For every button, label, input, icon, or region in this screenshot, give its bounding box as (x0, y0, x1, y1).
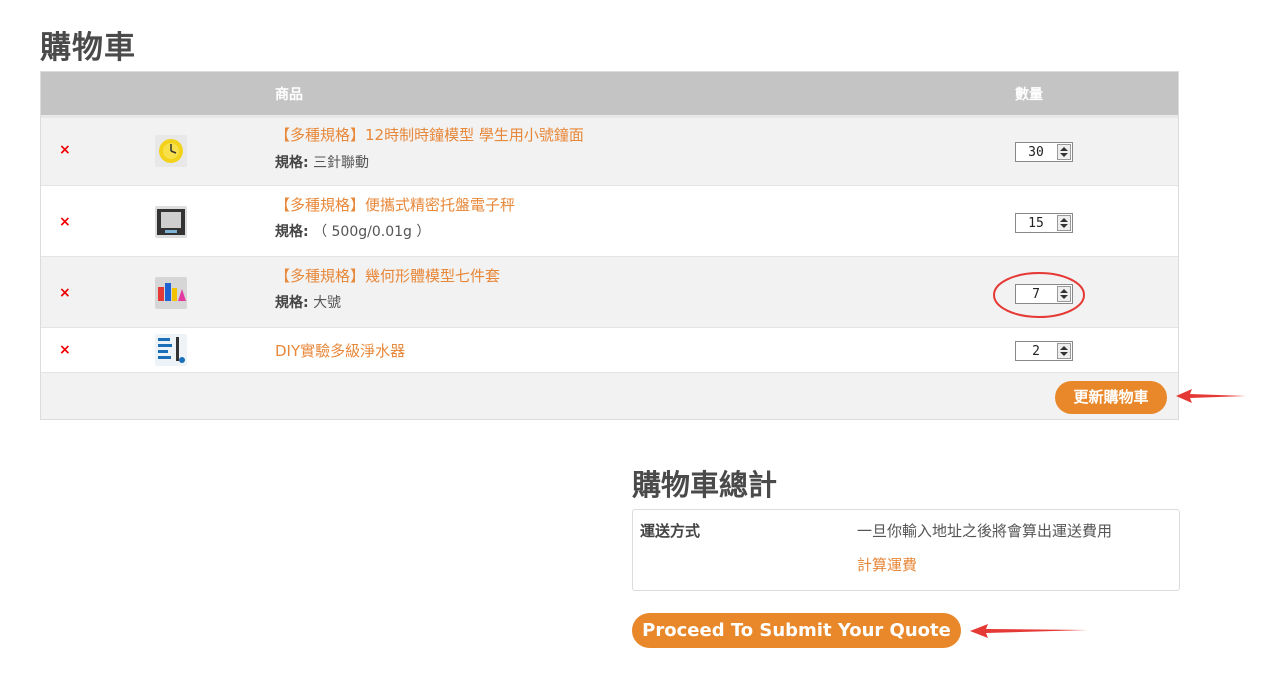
quantity-input[interactable] (1016, 285, 1056, 303)
table-row: × 【多種規格】便攜式精密托盤電子秤 規格: （ 500g/0.01g ） (41, 186, 1178, 257)
red-arrow-annotation (970, 624, 1088, 638)
spinner-arrows-icon[interactable] (1057, 144, 1071, 160)
quantity-stepper[interactable] (1015, 142, 1073, 162)
product-spec: 規格: （ 500g/0.01g ） (275, 224, 431, 240)
shipping-label: 運送方式 (640, 522, 701, 540)
calculate-shipping-link[interactable]: 計算運費 (857, 554, 917, 575)
remove-item-button[interactable]: × (59, 285, 71, 301)
cart-table: 商品 數量 × 【多種規格】12時制時鐘模型 學生用小號鐘面 規格: 三針聯動 … (40, 71, 1179, 420)
table-row: × 【多種規格】幾何形體模型七件套 規格: 大號 (41, 257, 1178, 328)
product-name-link[interactable]: DIY實驗多級淨水器 (275, 340, 405, 361)
table-row: × DIY實驗多級淨水器 (41, 328, 1178, 373)
water-purifier-thumbnail[interactable] (155, 334, 187, 366)
submit-quote-button[interactable]: Proceed To Submit Your Quote (632, 613, 961, 648)
product-name-link[interactable]: 【多種規格】便攜式精密托盤電子秤 (275, 194, 515, 215)
spinner-arrows-icon[interactable] (1057, 343, 1071, 359)
product-name-link[interactable]: 【多種規格】12時制時鐘模型 學生用小號鐘面 (275, 124, 584, 145)
cart-totals-box: 運送方式 一旦你輸入地址之後將會算出運送費用 計算運費 (632, 509, 1180, 591)
table-actions-row: 更新購物車 (41, 373, 1178, 419)
quantity-input[interactable] (1016, 143, 1056, 161)
shipping-note: 一旦你輸入地址之後將會算出運送費用 (857, 522, 1113, 540)
remove-item-button[interactable]: × (59, 214, 71, 230)
remove-item-button[interactable]: × (59, 342, 71, 358)
cart-totals-title: 購物車總計 (632, 468, 778, 502)
page-title: 購物車 (40, 30, 136, 66)
product-spec: 規格: 大號 (275, 295, 342, 311)
red-arrow-annotation (1176, 389, 1246, 403)
update-cart-button[interactable]: 更新購物車 (1055, 381, 1167, 414)
quantity-stepper[interactable] (1015, 213, 1073, 233)
yellow-clock-thumbnail[interactable] (155, 135, 187, 167)
product-spec: 規格: 三針聯動 (275, 155, 370, 171)
quantity-input[interactable] (1016, 214, 1056, 232)
table-header: 商品 數量 (41, 72, 1178, 118)
geometry-blocks-thumbnail[interactable] (155, 277, 187, 309)
spinner-arrows-icon[interactable] (1057, 286, 1071, 302)
quantity-input[interactable] (1016, 342, 1056, 360)
table-row: × 【多種規格】12時制時鐘模型 學生用小號鐘面 規格: 三針聯動 (41, 118, 1178, 186)
product-name-link[interactable]: 【多種規格】幾何形體模型七件套 (275, 265, 500, 286)
spinner-arrows-icon[interactable] (1057, 215, 1071, 231)
header-quantity: 數量 (1015, 87, 1043, 103)
digital-scale-thumbnail[interactable] (155, 206, 187, 238)
header-product: 商品 (275, 87, 303, 103)
quantity-stepper[interactable] (1015, 341, 1073, 361)
quantity-stepper[interactable] (1015, 284, 1073, 304)
remove-item-button[interactable]: × (59, 142, 71, 158)
